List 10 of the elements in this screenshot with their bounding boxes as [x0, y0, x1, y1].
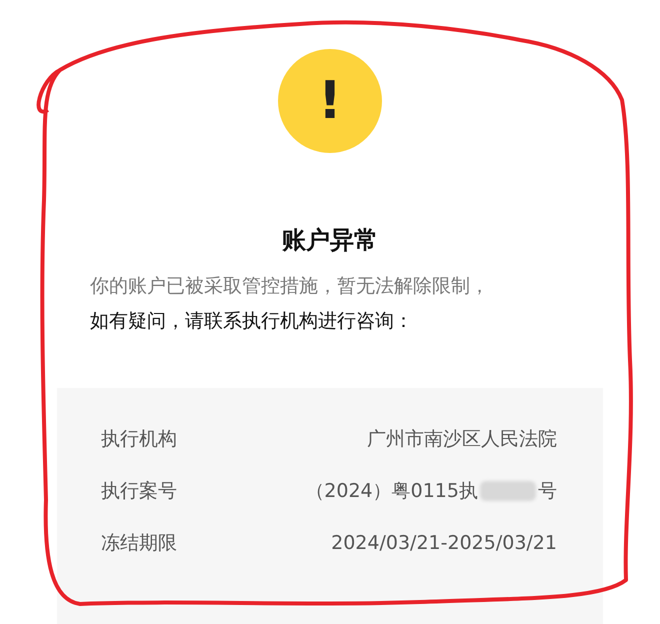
detail-value: 广州市南沙区人民法院	[367, 427, 557, 452]
detail-value: （2024）粤0115执 号	[305, 479, 557, 504]
detail-label: 冻结期限	[101, 531, 177, 556]
detail-label: 执行案号	[101, 479, 177, 504]
notice-text: 你的账户已被采取管控措施，暂无法解除限制，	[90, 274, 489, 299]
detail-value: 2024/03/21-2025/03/21	[331, 531, 557, 556]
dialog-title: 账户异常	[282, 225, 378, 255]
warning-icon: !	[278, 49, 382, 153]
notice-text: 如有疑问，请联系执行机构进行咨询：	[90, 309, 414, 334]
detail-label: 执行机构	[101, 427, 177, 452]
